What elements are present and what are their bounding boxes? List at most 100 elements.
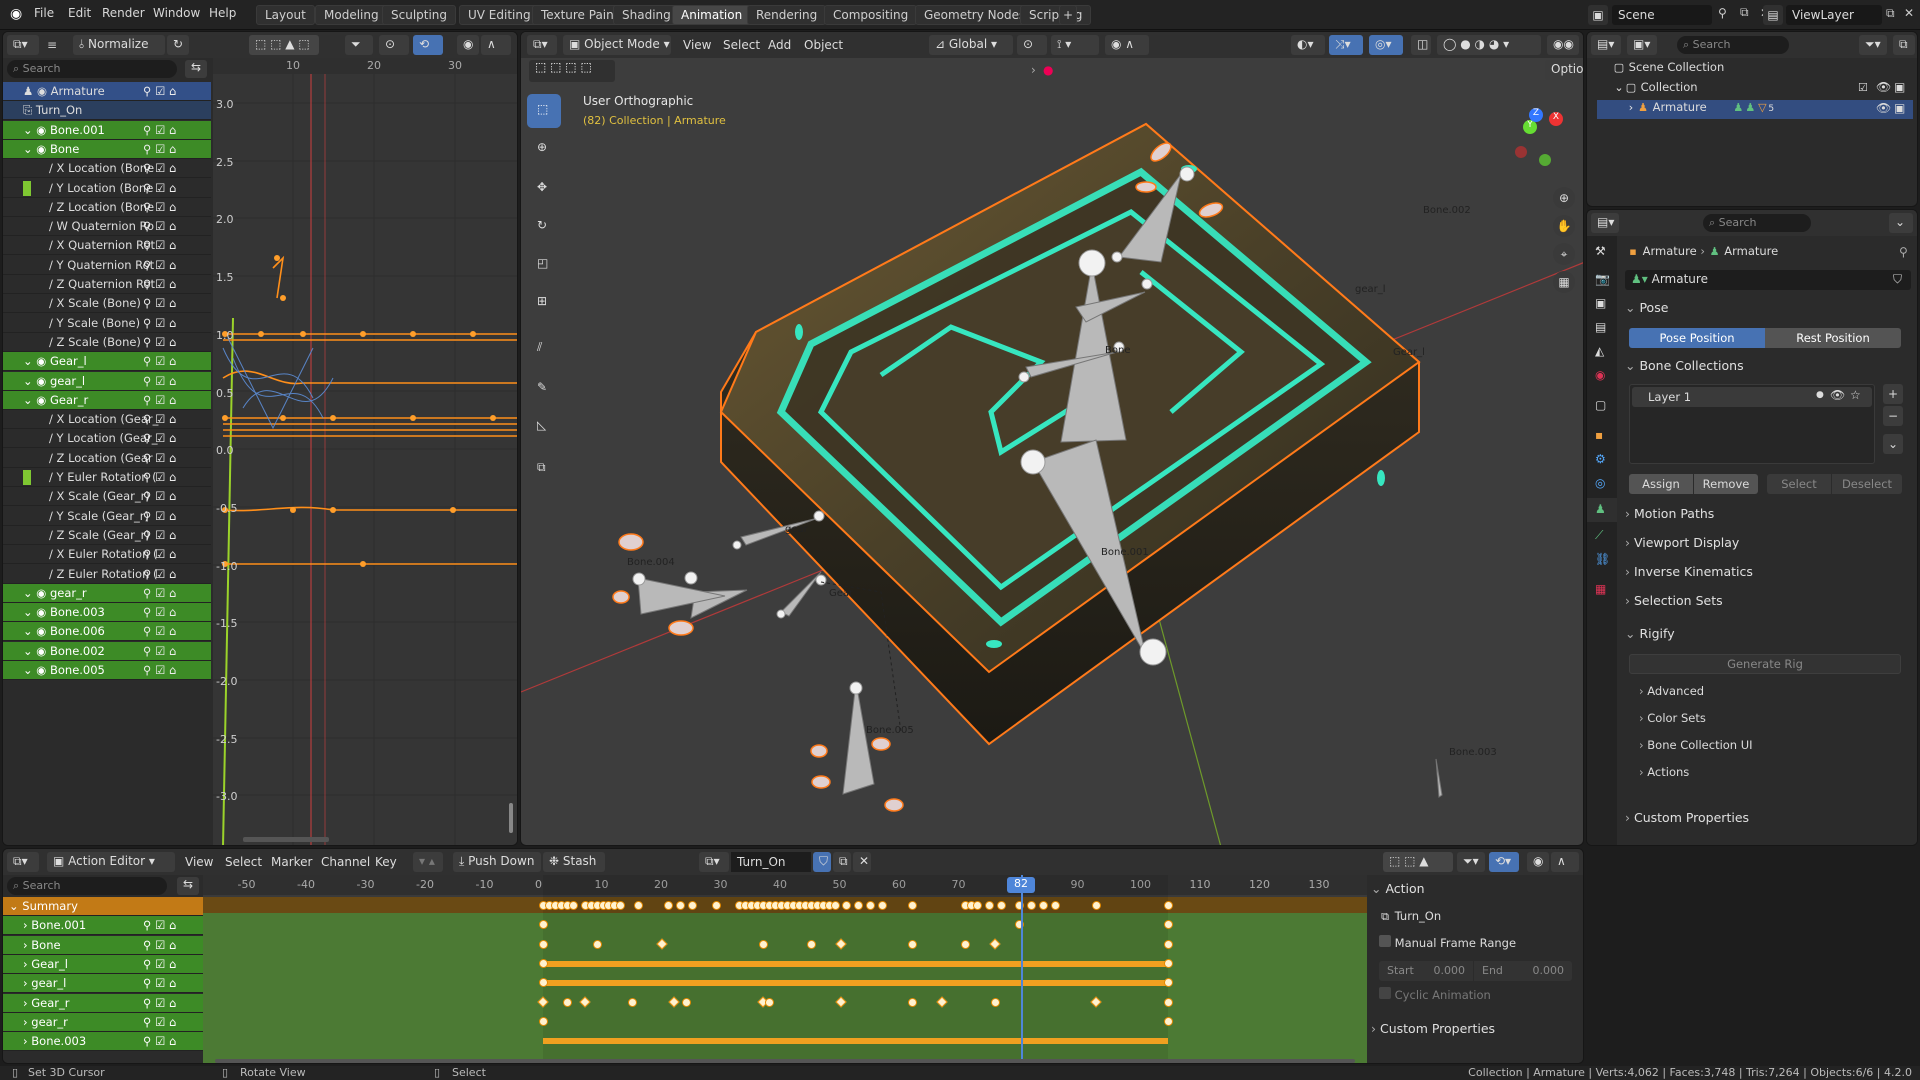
keyframe[interactable] [1163,920,1173,930]
snap-icon[interactable]: ⟲▾ [1489,852,1519,872]
channel-toggles-icon[interactable]: ⚲ ☑ ⌂ [143,1015,176,1029]
summary-keyframe[interactable] [1050,901,1060,910]
collapse-arrow-icon[interactable]: › [1031,63,1036,77]
workspace-tab[interactable]: Animation [672,5,752,25]
action-browse-icon[interactable]: ⧉▾ [699,852,729,872]
summary-keyframe[interactable] [1163,901,1173,910]
menu-select[interactable]: Select [723,38,760,52]
menu-file[interactable]: File [34,6,54,20]
channel-toggles-icon[interactable]: ⚲ ☑ ⌂ [143,161,176,175]
swap-icon[interactable]: ⇆ [177,877,199,895]
collection-specials-chevron-down-icon[interactable]: ⌄ [1883,434,1903,454]
keyframe[interactable] [806,939,816,949]
transform-tool[interactable]: ⊞ [527,286,561,320]
pose-position-button[interactable]: Pose Position [1629,328,1765,348]
keyframe[interactable] [628,997,638,1007]
graph-channel-object[interactable]: ♟ ◉ Armature ⚲ ☑ ⌂ [3,82,211,101]
action-panel-header[interactable]: ⌄ Action [1371,881,1577,905]
workspace-tab[interactable]: Sculpting [382,5,457,25]
select-mode-buttons[interactable]: ⬚ ⬚ ⬚ ⬚ [529,60,615,82]
channel-toggles-icon[interactable]: ⚲ ☑ ⌂ [143,567,176,581]
graph-hscrollbar[interactable] [243,837,329,842]
viewlayer-selector[interactable]: ViewLayer [1786,5,1882,25]
summary-keyframe[interactable] [1026,901,1036,910]
camera-icon[interactable]: ▣ [1894,101,1905,115]
graph-ruler[interactable]: 10 20 30 [213,58,517,74]
action-timeline[interactable]: -50-40-30-20-100102030405060708090100110… [203,875,1367,1063]
pin-icon[interactable]: ⚲ [1718,6,1727,20]
new-viewlayer-icon[interactable]: ⧉ [1886,6,1895,21]
summary-keyframe[interactable] [1038,901,1048,910]
eye-icon[interactable]: 👁 [1876,101,1891,115]
snap-icon[interactable]: ⟟ ▾ [1051,35,1099,55]
modifier-tab-icon[interactable]: ⚙ [1595,452,1606,466]
menu-key[interactable]: Key [375,855,397,869]
end-frame-field[interactable]: End 0.000 [1474,961,1572,981]
axis-y[interactable]: Y [1523,120,1537,134]
graph-channel-group[interactable]: ⌄ ◉ gear_r ⚲ ☑ ⌂ [3,583,211,603]
summary-keyframe[interactable] [687,901,697,910]
channel-toggles-icon[interactable]: ⚲ ☑ ⌂ [143,624,176,638]
graph-channel-curve[interactable]: ∕ Z Location (Bone ⚲ ☑ ⌂ [3,197,211,217]
graph-search-input[interactable]: ⌕ Search [7,60,177,78]
summary-keyframe[interactable] [663,901,673,910]
generate-rig-button[interactable]: Generate Rig [1629,654,1901,674]
channel-toggles-icon[interactable]: ⚲ ☑ ⌂ [143,219,176,233]
bone-collections-panel-header[interactable]: ⌄ Bone Collections [1625,358,1911,382]
menu-object[interactable]: Object [804,38,843,52]
swap-icon[interactable]: ⇆ [185,60,207,78]
blender-logo-icon[interactable]: ◉ [10,6,26,22]
menu-edit[interactable]: Edit [68,6,91,20]
bone-tab-icon[interactable]: ⟋ [1595,528,1603,543]
keyframe[interactable] [539,1016,548,1026]
keyframe[interactable] [1163,978,1173,988]
draw-tool[interactable]: ✎ [527,372,561,406]
graph-channel-curve[interactable]: ∕ Y Scale (Bone) ⚲ ☑ ⌂ [3,313,211,333]
keyframe[interactable] [765,997,775,1007]
channel-toggles-icon[interactable]: ⚲ ☑ ⌂ [143,509,176,523]
graph-channel-curve[interactable]: ∕ X Quaternion Rot ⚲ ☑ ⌂ [3,236,211,256]
channel-toggles-icon[interactable]: ⚲ ☑ ⌂ [143,142,176,156]
measure-tool[interactable]: ◺ [527,410,561,444]
channel-toggles-icon[interactable]: ⚲ ☑ ⌂ [143,123,176,137]
zoom-icon[interactable]: ⊕ [1553,187,1575,209]
select-button[interactable]: Select [1767,474,1831,494]
graph-channel-curve[interactable]: ∕ Y Quaternion Rot ⚲ ☑ ⌂ [3,255,211,275]
scale-tool[interactable]: ◰ [527,248,561,282]
add-collection-button[interactable]: + [1883,384,1903,404]
workspace-tab[interactable]: UV Editing [459,5,540,25]
graph-channel-curve[interactable]: ∕ Z Euler Rotation (⚲ ☑ ⌂ [3,564,211,584]
keyframe[interactable] [907,997,917,1007]
workspace-tab[interactable]: Modeling [315,5,388,25]
viewlayer-icon[interactable]: ▤ [1763,5,1783,25]
grid-view-icon[interactable]: ▦ [1553,271,1575,293]
channel-toggles-icon[interactable]: ⚲ ☑ ⌂ [143,335,176,349]
armature-datablock-field[interactable]: ♟▾ Armature [1625,270,1911,290]
snap-icon[interactable]: ⟲ [413,35,443,55]
overlay-icon[interactable]: ◎▾ [1369,35,1403,55]
channel-toggles-icon[interactable]: ⚲ ☑ ⌂ [143,84,176,98]
keyframe[interactable] [539,939,548,949]
graph-scrollbar[interactable] [509,803,513,833]
keyframe[interactable] [907,939,917,949]
rotate-tool[interactable]: ↻ [527,210,561,244]
channel-toggles-icon[interactable]: ⚲ ☑ ⌂ [143,528,176,542]
manual-frame-range-checkbox[interactable]: Manual Frame Range [1379,935,1516,954]
new-collection-icon[interactable]: ⧉ [1893,35,1915,55]
summary-channel[interactable]: ⌄ Summary [3,897,203,916]
graph-channel-group[interactable]: ⌄ ◉ Bone.005 ⚲ ☑ ⌂ [3,661,211,680]
menu-view[interactable]: View [683,38,711,52]
menu-add[interactable]: Add [768,38,791,52]
rigify-subpanel-header[interactable]: › Color Sets [1639,711,1706,730]
workspace-tab[interactable]: Compositing [824,5,918,25]
channel-toggles-icon[interactable]: ⚲ ☑ ⌂ [143,181,176,195]
pan-hand-icon[interactable]: ✋ [1553,215,1575,237]
keyframe[interactable] [1163,1016,1173,1026]
refresh-icon[interactable]: ↻ [167,35,189,55]
tool-tab-icon[interactable]: ⚒ [1595,244,1606,258]
move-tool[interactable]: ✥ [527,172,561,206]
graph-channel-group[interactable]: ⌄ ◉ Bone.006 ⚲ ☑ ⌂ [3,622,211,642]
menu-render[interactable]: Render [102,6,145,20]
scene-icon[interactable]: ▣ [1588,5,1608,25]
select-box-tool[interactable]: ⬚ [527,94,561,128]
